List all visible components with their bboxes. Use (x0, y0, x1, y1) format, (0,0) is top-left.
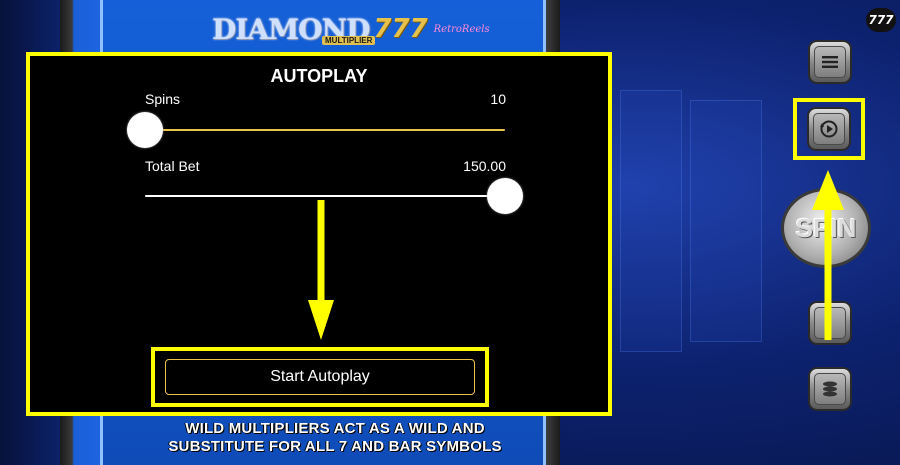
arrow-up-to-autoplay (812, 170, 844, 340)
tutorial-arrows (308, 170, 844, 340)
arrow-down-to-start (308, 200, 334, 340)
